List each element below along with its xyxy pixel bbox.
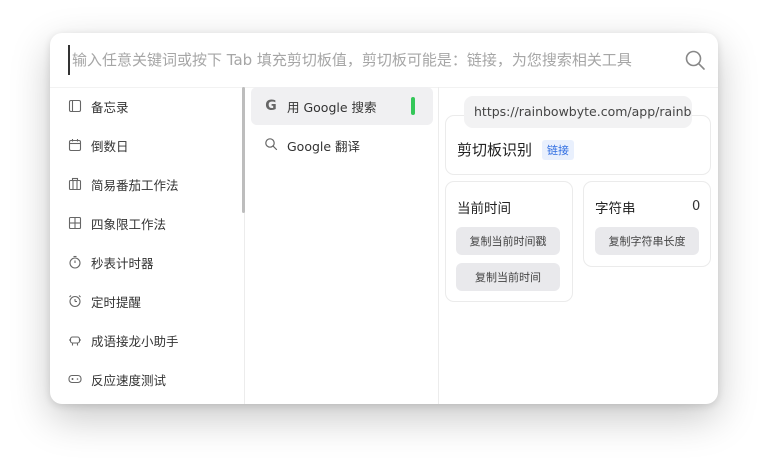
engine-label: 用 Google 搜索 [287,99,377,115]
search-bar [50,33,718,87]
search-icon[interactable] [684,49,706,71]
active-indicator [411,97,415,115]
google-g-icon: G [265,98,277,114]
sidebar-item-reaction[interactable]: 反应速度测试 [68,369,166,389]
search-icon [263,137,279,154]
quadrant-icon [68,216,82,230]
middle-divider [438,87,439,404]
calendar-icon [68,138,82,152]
sidebar-item-quadrant[interactable]: 四象限工作法 [68,213,166,233]
gamepad-icon [68,372,82,386]
sidebar-item-label: 反应速度测试 [91,372,167,388]
alarm-clock-icon [68,294,82,308]
sidebar-item-label: 成语接龙小助手 [91,333,179,349]
sidebar-item-label: 四象限工作法 [91,216,167,232]
search-input[interactable] [68,45,682,75]
engine-list: G 用 Google 搜索 Google 翻译 [245,87,438,404]
engine-label: Google 翻译 [287,138,361,154]
sidebar-item-idiom[interactable]: 成语接龙小助手 [68,330,179,350]
string-card-title: 字符串 [595,201,636,217]
copy-time-button[interactable]: 复制当前时间 [456,263,560,291]
sidebar-item-stopwatch[interactable]: 秒表计时器 [68,252,154,272]
clipboard-title: 剪切板识别 [457,141,533,159]
copy-string-length-button[interactable]: 复制字符串长度 [595,227,699,255]
sidebar-item-memo[interactable]: 备忘录 [68,96,129,116]
engine-item-google-search[interactable]: G 用 Google 搜索 [251,87,433,125]
time-card-title: 当前时间 [457,201,511,217]
sidebar-item-label: 简易番茄工作法 [91,177,179,193]
briefcase-icon [68,177,82,191]
stopwatch-icon [68,255,82,269]
sidebar-item-countdown[interactable]: 倒数日 [68,135,129,155]
sidebar-item-reminder[interactable]: 定时提醒 [68,291,141,311]
sidebar-item-label: 备忘录 [91,99,129,115]
string-length-count: 0 [692,199,701,214]
robot-icon [68,333,82,347]
sidebar-item-pomodoro[interactable]: 简易番茄工作法 [68,174,179,194]
engine-item-google-translate[interactable]: Google 翻译 [251,126,433,164]
copy-timestamp-button[interactable]: 复制当前时间戳 [456,227,560,255]
link-tag: 链接 [542,140,574,160]
launcher-window: 备忘录 倒数日 简易番茄工作法 四象限工作法 秒表计时器 定时提醒 成语接龙 [50,33,718,404]
clipboard-url[interactable]: https://rainbowbyte.com/app/rainbow [464,96,692,128]
memo-icon [68,99,82,113]
sidebar-item-label: 倒数日 [91,138,129,154]
sidebar-item-label: 定时提醒 [91,294,142,310]
sidebar-item-label: 秒表计时器 [91,255,154,271]
